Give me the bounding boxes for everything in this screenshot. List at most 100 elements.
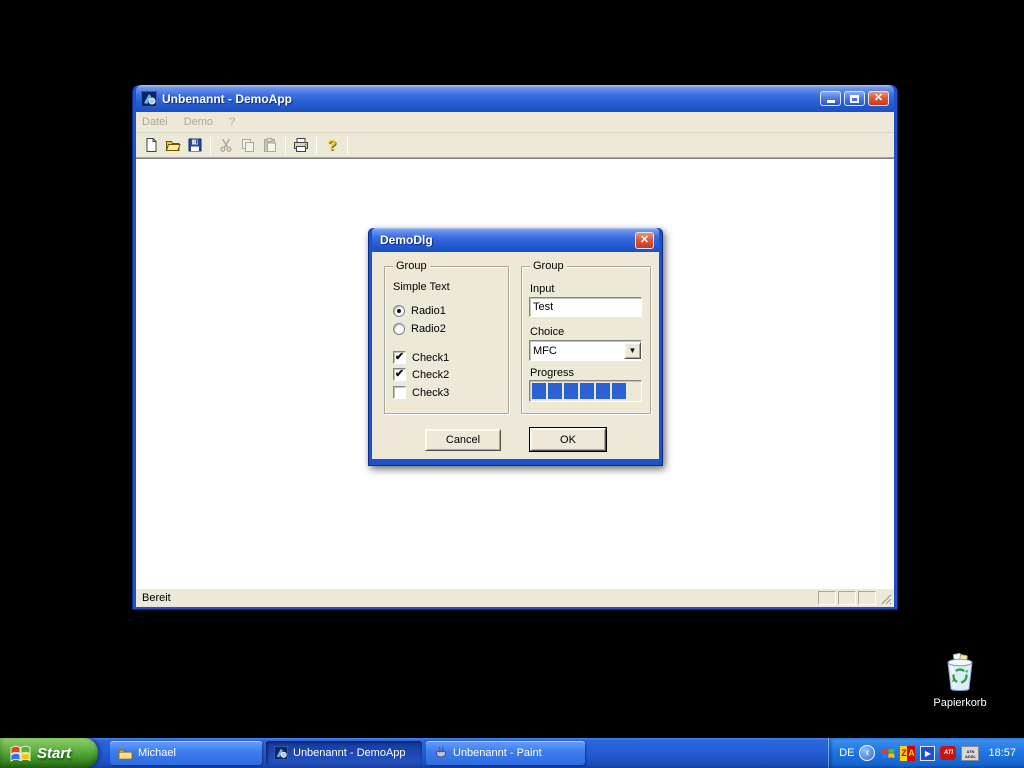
menu-item-datei[interactable]: Datei <box>142 116 168 128</box>
adsl-text-bottom: ADSL <box>962 754 978 759</box>
ok-button[interactable]: OK <box>530 428 606 451</box>
resize-grip[interactable] <box>879 592 892 605</box>
input-label: Input <box>530 283 554 295</box>
toolbar: ? <box>136 133 894 158</box>
radio1-label: Radio1 <box>411 305 446 317</box>
status-text: Bereit <box>138 592 816 604</box>
right-group-label: Group <box>530 260 567 272</box>
hide-icons-chevron[interactable]: ‹ <box>859 745 875 761</box>
desktop: { "desktop": { "recycle_bin_label": "Pap… <box>0 0 1024 768</box>
checkbox-check2[interactable]: ✔ Check2 <box>393 368 449 381</box>
cut-icon[interactable] <box>215 135 237 155</box>
radio-unselected-icon <box>393 323 405 335</box>
taskbar-button-paint[interactable]: Unbenannt - Paint <box>426 741 585 765</box>
language-indicator[interactable]: DE <box>839 747 854 759</box>
media-player-icon[interactable]: ▶ <box>920 746 935 761</box>
new-document-icon[interactable] <box>140 135 162 155</box>
close-icon: ✕ <box>640 235 649 246</box>
radio-radio2[interactable]: Radio2 <box>393 323 446 335</box>
recycle-bin[interactable]: Papierkorb <box>920 652 1000 709</box>
windows-flag-icon <box>10 744 31 763</box>
cancel-button-label: Cancel <box>446 434 480 446</box>
status-pane <box>858 591 876 605</box>
taskbar-button-label: Michael <box>138 747 176 759</box>
start-button-label: Start <box>37 745 71 762</box>
progress-bar <box>529 380 642 402</box>
paint-icon <box>434 746 448 760</box>
app-icon <box>141 91 157 107</box>
choice-value: MFC <box>530 345 624 357</box>
choice-label: Choice <box>530 326 564 338</box>
checkbox-checked-icon: ✔ <box>393 351 406 364</box>
close-button[interactable]: ✕ <box>868 91 889 106</box>
taskbar-button-michael[interactable]: Michael <box>110 741 262 765</box>
demo-dialog: DemoDlg ✕ Group Simple Text Radio1 Radio… <box>368 228 663 466</box>
help-glyph: ? <box>327 137 336 154</box>
chevron-down-icon: ▼ <box>629 346 637 355</box>
close-icon: ✕ <box>874 93 883 104</box>
help-icon[interactable]: ? <box>321 135 343 155</box>
progress-chunk <box>532 383 546 399</box>
menu-item-help[interactable]: ? <box>229 116 235 128</box>
minimize-icon <box>827 100 835 103</box>
status-pane <box>838 591 856 605</box>
check2-label: Check2 <box>412 369 449 381</box>
chevron-left-icon: ‹ <box>866 747 870 759</box>
dialog-title: DemoDlg <box>380 233 632 247</box>
play-glyph: ▶ <box>925 749 931 758</box>
maximize-button[interactable] <box>844 91 865 106</box>
toolbar-separator <box>316 136 317 154</box>
combo-dropdown-button[interactable]: ▼ <box>624 342 641 359</box>
checkbox-check1[interactable]: ✔ Check1 <box>393 351 449 364</box>
checkbox-check3[interactable]: Check3 <box>393 386 449 399</box>
menu-item-demo[interactable]: Demo <box>184 116 213 128</box>
recycle-bin-label: Papierkorb <box>920 697 1000 709</box>
app-window-title: Unbenannt - DemoApp <box>162 92 817 106</box>
open-folder-icon[interactable] <box>162 135 184 155</box>
progress-chunk <box>548 383 562 399</box>
taskbar-button-demoapp[interactable]: Unbenannt - DemoApp <box>266 741 422 765</box>
paste-icon[interactable] <box>259 135 281 155</box>
adsl-status-icon[interactable]: ATN ADSL <box>961 746 979 761</box>
left-group-label: Group <box>393 260 430 272</box>
choice-combobox[interactable]: MFC ▼ <box>529 340 642 361</box>
progress-chunk <box>580 383 594 399</box>
dialog-body: Group Simple Text Radio1 Radio2 ✔ Check1… <box>372 252 659 459</box>
simple-text-label: Simple Text <box>393 281 450 293</box>
print-icon[interactable] <box>290 135 312 155</box>
minimize-button[interactable] <box>820 91 841 106</box>
check1-label: Check1 <box>412 352 449 364</box>
tray-clock[interactable]: 18:57 <box>988 747 1016 759</box>
left-groupbox: Group Simple Text Radio1 Radio2 ✔ Check1… <box>384 266 509 414</box>
progress-label: Progress <box>530 367 574 379</box>
taskbar-button-label: Unbenannt - DemoApp <box>293 747 406 759</box>
right-groupbox: Group Input Choice MFC ▼ Progress <box>521 266 651 414</box>
check3-label: Check3 <box>412 387 449 399</box>
copy-icon[interactable] <box>237 135 259 155</box>
save-icon[interactable] <box>184 135 206 155</box>
taskbar-button-label: Unbenannt - Paint <box>453 747 542 759</box>
ati-text: ATI <box>944 750 953 756</box>
status-pane <box>818 591 836 605</box>
dialog-close-button[interactable]: ✕ <box>635 232 654 249</box>
folder-icon <box>118 747 133 760</box>
dialog-titlebar[interactable]: DemoDlg ✕ <box>372 228 659 252</box>
cancel-button[interactable]: Cancel <box>425 429 501 451</box>
progress-chunk <box>596 383 610 399</box>
zonealarm-icon[interactable]: Z A <box>900 746 915 761</box>
app-titlebar[interactable]: Unbenannt - DemoApp ✕ <box>136 85 894 112</box>
app-icon <box>274 746 288 760</box>
system-tray: DE ‹ Z A ▶ ATI ATN ADSL 18:57 <box>828 738 1024 768</box>
input-field-wrap <box>529 297 642 317</box>
messenger-icon[interactable] <box>880 746 895 761</box>
toolbar-separator <box>285 136 286 154</box>
menubar: Datei Demo ? <box>136 112 894 133</box>
checkbox-unchecked-icon <box>393 386 406 399</box>
radio-radio1[interactable]: Radio1 <box>393 305 446 317</box>
toolbar-separator <box>347 136 348 154</box>
input-field[interactable] <box>530 298 641 316</box>
zonealarm-z: Z <box>900 746 907 761</box>
start-button[interactable]: Start <box>0 738 98 768</box>
ati-icon[interactable]: ATI <box>940 746 956 760</box>
radio2-label: Radio2 <box>411 323 446 335</box>
